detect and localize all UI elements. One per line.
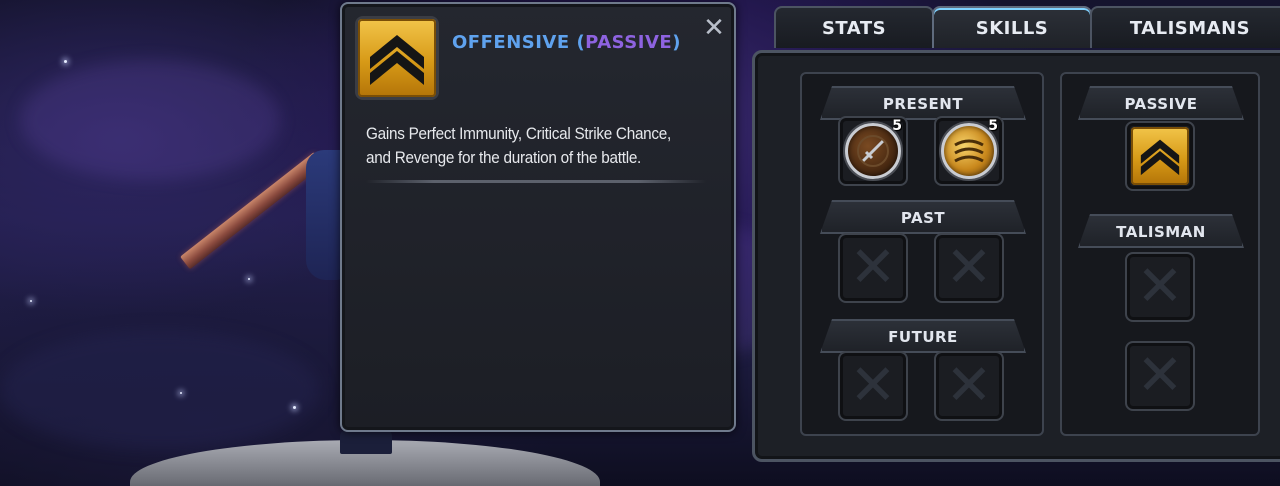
hero-boot	[340, 430, 392, 454]
star	[248, 278, 250, 280]
star	[30, 300, 32, 302]
divider	[366, 180, 706, 183]
talisman-slot[interactable]: ✕	[1125, 341, 1195, 411]
skill-icon-frame	[355, 16, 439, 100]
skill-info-popup: OFFENSIVE (PASSIVE) ✕ Gains Perfect Immu…	[340, 2, 736, 432]
talisman-header: TALISMAN	[1078, 214, 1244, 248]
future-header: FUTURE	[820, 319, 1026, 353]
skill-title: OFFENSIVE (PASSIVE)	[452, 32, 681, 53]
skill-rank: 5	[988, 118, 998, 134]
tab-stats[interactable]: STATS	[774, 6, 934, 48]
future-skill-slot[interactable]: ✕	[838, 351, 908, 421]
present-skill-slot[interactable]: 5	[838, 116, 908, 186]
description-line: Gains Perfect Immunity, Critical Strike …	[366, 124, 672, 143]
passive-skill-slot[interactable]	[1125, 121, 1195, 191]
empty-slot-icon: ✕	[1136, 254, 1184, 319]
empty-slot-icon: ✕	[849, 353, 897, 418]
present-skill-slot[interactable]: 5	[934, 116, 1004, 186]
close-icon: ✕	[703, 13, 725, 43]
description-line: and Revenge for the duration of the batt…	[366, 148, 642, 167]
star	[64, 60, 67, 63]
skill-eras-column	[800, 72, 1044, 436]
star	[293, 406, 296, 409]
star	[180, 392, 182, 394]
past-header: PAST	[820, 200, 1026, 234]
empty-slot-icon: ✕	[945, 353, 993, 418]
tab-skills[interactable]: SKILLS	[932, 6, 1092, 48]
close-button[interactable]: ✕	[700, 13, 728, 43]
empty-slot-icon: ✕	[945, 235, 993, 300]
past-skill-slot[interactable]: ✕	[934, 233, 1004, 303]
past-skill-slot[interactable]: ✕	[838, 233, 908, 303]
present-header: PRESENT	[820, 86, 1026, 120]
skill-rank: 5	[892, 118, 902, 134]
title-paren-open: (	[576, 32, 586, 53]
nebula-cloud	[0, 330, 320, 450]
skill-name: OFFENSIVE	[452, 32, 570, 53]
tab-talismans[interactable]: TALISMANS	[1090, 6, 1280, 48]
title-paren-close: )	[672, 32, 681, 53]
chevron-rank-icon	[1131, 127, 1189, 185]
nebula-cloud	[20, 60, 280, 180]
future-skill-slot[interactable]: ✕	[934, 351, 1004, 421]
passive-header: PASSIVE	[1078, 86, 1244, 120]
skill-type: PASSIVE	[585, 32, 673, 53]
chevron-rank-icon	[358, 19, 436, 97]
empty-slot-icon: ✕	[1136, 343, 1184, 408]
empty-slot-icon: ✕	[849, 235, 897, 300]
skill-description: Gains Perfect Immunity, Critical Strike …	[366, 122, 681, 170]
game-scene: OFFENSIVE (PASSIVE) ✕ Gains Perfect Immu…	[0, 0, 1280, 486]
talisman-slot[interactable]: ✕	[1125, 252, 1195, 322]
